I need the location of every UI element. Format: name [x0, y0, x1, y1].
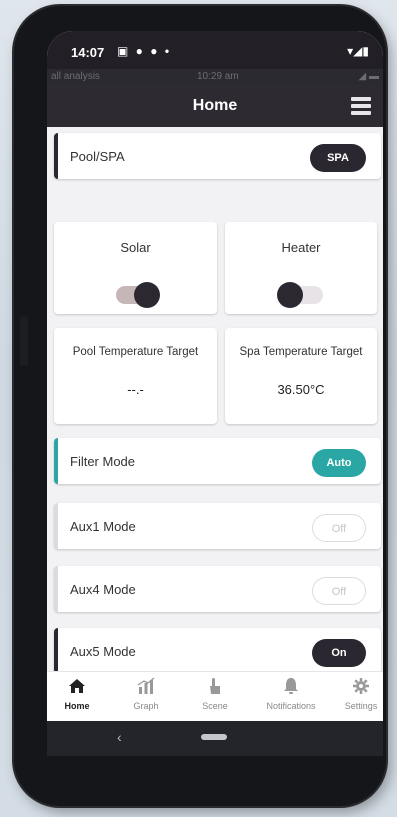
aux5-mode-label: Aux5 Mode: [70, 644, 136, 659]
aux1-mode-card: Aux1 Mode Off: [54, 503, 381, 549]
carrier-text: all analysis: [51, 71, 100, 82]
aux4-mode-label: Aux4 Mode: [70, 582, 136, 597]
solar-label: Solar: [120, 240, 151, 255]
tab-settings[interactable]: Settings: [329, 676, 383, 711]
pool-temp-tile[interactable]: Pool Temperature Target --.-: [54, 328, 217, 424]
pool-temp-label: Pool Temperature Target: [72, 346, 199, 358]
notification-icons: ▣ ● ● •: [117, 44, 172, 58]
home-icon: [47, 676, 109, 698]
back-icon[interactable]: ‹: [117, 729, 122, 745]
heater-toggle[interactable]: [277, 282, 325, 308]
heater-tile: Heater: [225, 222, 377, 314]
inner-battery-icon: ◢ ▬: [358, 71, 379, 82]
main-content: Pool/SPA SPA Solar Heater Pool Temperatu…: [47, 127, 383, 674]
inner-status-bar: all analysis 10:29 am ◢ ▬: [47, 69, 383, 85]
graph-icon: [114, 676, 178, 698]
aux4-off-button[interactable]: Off: [312, 577, 366, 605]
tab-home-label: Home: [64, 701, 90, 711]
status-bar: 14:07 ▣ ● ● • ▾◢▮: [47, 31, 383, 69]
tab-scene[interactable]: Scene: [183, 676, 247, 711]
tab-scene-label: Scene: [202, 701, 228, 711]
filter-mode-label: Filter Mode: [70, 454, 136, 469]
gear-icon: [329, 676, 383, 698]
spa-button[interactable]: SPA: [310, 144, 366, 172]
solar-toggle[interactable]: [112, 282, 160, 308]
aux5-on-button[interactable]: On: [312, 639, 366, 667]
scene-icon: [183, 676, 247, 698]
aux1-off-button[interactable]: Off: [312, 514, 366, 542]
spa-temp-tile[interactable]: Spa Temperature Target 36.50°C: [225, 328, 377, 424]
bell-icon: [259, 676, 323, 698]
aux1-mode-label: Aux1 Mode: [70, 519, 136, 534]
spa-temp-value: 36.50°C: [277, 382, 325, 397]
filter-mode-card: Filter Mode Auto: [54, 438, 381, 484]
side-button: [20, 316, 28, 366]
tab-settings-label: Settings: [344, 701, 378, 711]
menu-icon[interactable]: [351, 97, 371, 115]
tab-notifications[interactable]: Notifications: [259, 676, 323, 711]
pool-spa-card: Pool/SPA SPA: [54, 133, 381, 179]
tab-home[interactable]: Home: [47, 676, 109, 711]
tab-notifications-label: Notifications: [266, 701, 316, 711]
pool-temp-value: --.-: [127, 382, 144, 397]
spa-temp-label: Spa Temperature Target: [239, 346, 363, 358]
aux4-mode-card: Aux4 Mode Off: [54, 566, 381, 612]
status-time: 14:07: [71, 45, 105, 60]
tab-graph[interactable]: Graph: [114, 676, 178, 711]
filter-auto-button[interactable]: Auto: [312, 449, 366, 477]
inner-clock: 10:29 am: [197, 71, 239, 82]
aux5-mode-card: Aux5 Mode On: [54, 628, 381, 674]
bottom-tab-bar: Home Graph Scene Notifications Settings: [47, 671, 383, 722]
signal-battery-icons: ▾◢▮: [347, 44, 369, 58]
system-nav-bar: ‹: [47, 721, 383, 756]
app-header: Home: [47, 85, 383, 127]
tab-graph-label: Graph: [133, 701, 159, 711]
phone-frame: 14:07 ▣ ● ● • ▾◢▮ all analysis 10:29 am …: [14, 6, 386, 806]
pool-spa-label: Pool/SPA: [70, 149, 125, 164]
solar-tile: Solar: [54, 222, 217, 314]
home-pill[interactable]: [201, 734, 227, 740]
heater-label: Heater: [281, 240, 321, 255]
page-title: Home: [192, 97, 238, 114]
screen: 14:07 ▣ ● ● • ▾◢▮ all analysis 10:29 am …: [47, 31, 383, 756]
